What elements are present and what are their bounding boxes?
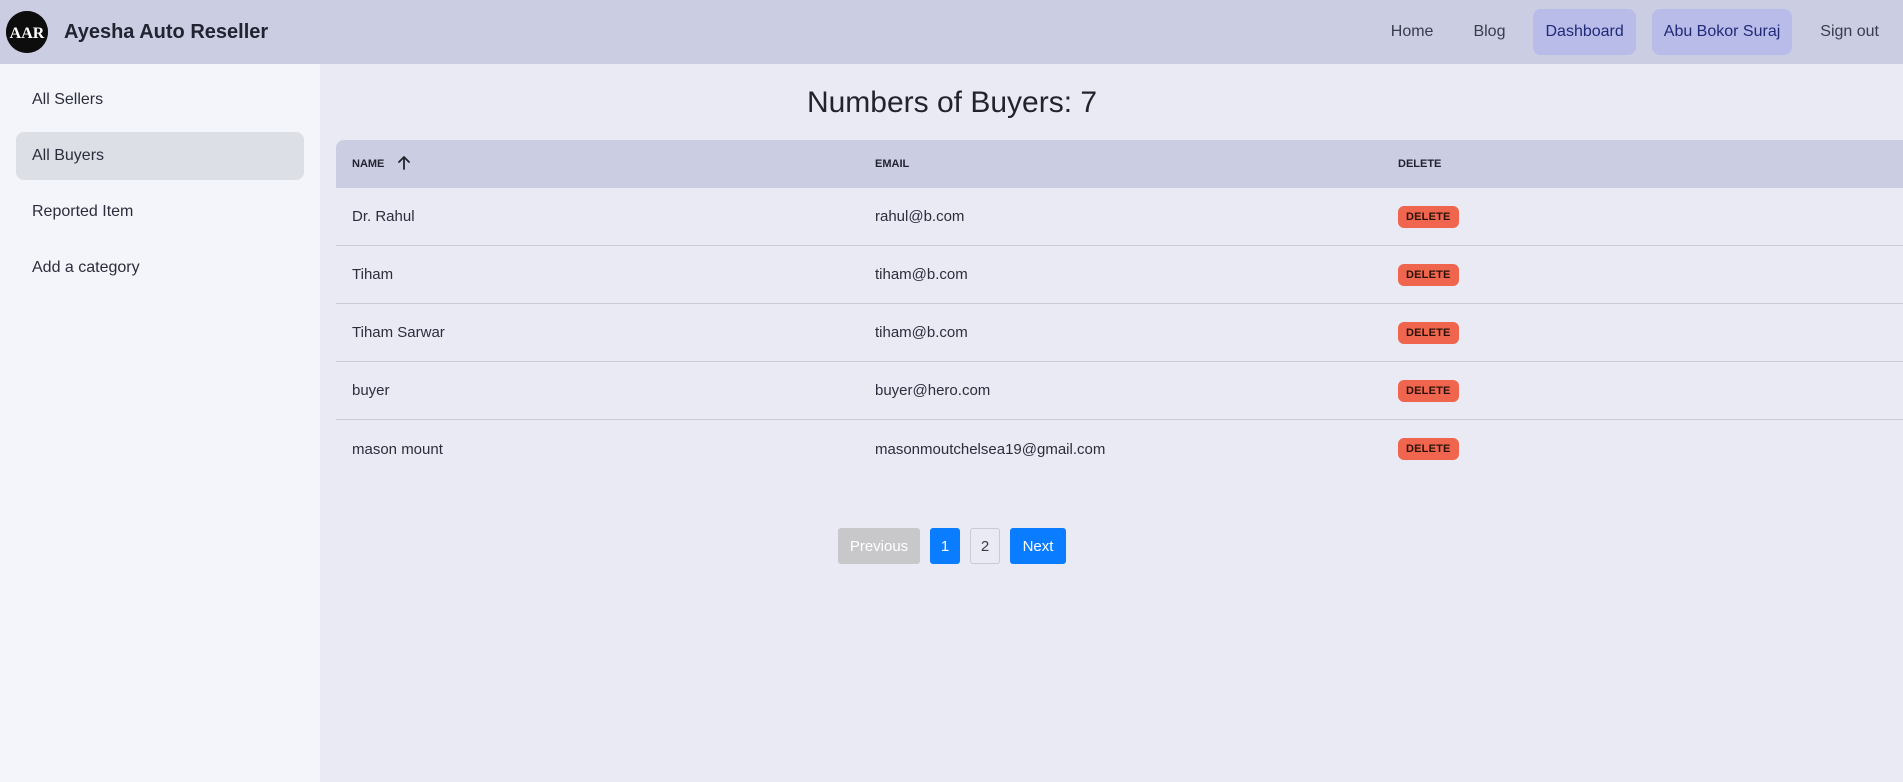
delete-cell: DELETE	[1382, 379, 1903, 402]
sidebar-item-all-buyers[interactable]: All Buyers	[16, 132, 304, 180]
delete-cell: DELETE	[1382, 205, 1903, 228]
delete-button[interactable]: DELETE	[1398, 205, 1459, 228]
table-row: mason mount masonmoutchelsea19@gmail.com…	[336, 420, 1903, 478]
nav-user-profile[interactable]: Abu Bokor Suraj	[1651, 9, 1793, 55]
top-navbar: AAR Ayesha Auto Reseller Home Blog Dashb…	[0, 0, 1903, 64]
buyer-name: Tiham	[352, 266, 394, 283]
buyer-name: Tiham Sarwar	[352, 324, 445, 341]
sidebar-item-add-category[interactable]: Add a category	[16, 244, 304, 292]
brand-name: Ayesha Auto Reseller	[64, 20, 269, 43]
table-header: NAME EMAIL DELETE	[336, 140, 1903, 188]
sidebar-item-reported-item[interactable]: Reported Item	[16, 188, 304, 236]
delete-cell: DELETE	[1382, 438, 1903, 460]
nav-links: Home Blog Dashboard Abu Bokor Suraj Sign…	[1379, 9, 1897, 55]
column-header-email: EMAIL	[859, 158, 1382, 170]
delete-button[interactable]: DELETE	[1398, 263, 1459, 286]
buyer-email: masonmoutchelsea19@gmail.com	[875, 440, 1106, 458]
delete-button[interactable]: DELETE	[1398, 379, 1459, 402]
nav-sign-out[interactable]: Sign out	[1808, 9, 1891, 55]
buyer-name: buyer	[352, 382, 390, 399]
brand-logo-icon: AAR	[6, 11, 48, 53]
delete-cell: DELETE	[1382, 321, 1903, 344]
sidebar-item-all-sellers[interactable]: All Sellers	[16, 76, 304, 124]
pagination: Previous 1 2 Next	[336, 528, 1568, 564]
buyer-email: buyer@hero.com	[875, 382, 991, 399]
column-header-email-label: EMAIL	[875, 158, 910, 170]
page-title: Numbers of Buyers: 7	[806, 86, 1098, 119]
brand[interactable]: AAR Ayesha Auto Reseller	[6, 11, 268, 53]
main-content: Numbers of Buyers: 7 NAME EMAIL DELETE D…	[336, 64, 1903, 782]
delete-button[interactable]: DELETE	[1398, 321, 1459, 344]
previous-page-button[interactable]: Previous	[838, 528, 920, 564]
buyer-email: tiham@b.com	[875, 324, 968, 341]
buyer-name: mason mount	[352, 440, 443, 458]
page-2-button[interactable]: 2	[970, 528, 1000, 564]
column-header-delete: DELETE	[1382, 158, 1903, 170]
buyer-email: rahul@b.com	[875, 208, 965, 225]
nav-blog[interactable]: Blog	[1461, 9, 1517, 55]
table-row: Tiham Sarwar tiham@b.com DELETE	[336, 304, 1903, 362]
column-header-name[interactable]: NAME	[336, 155, 859, 173]
sidebar: All Sellers All Buyers Reported Item Add…	[0, 64, 320, 782]
table-row: Dr. Rahul rahul@b.com DELETE	[336, 188, 1903, 246]
column-header-delete-label: DELETE	[1398, 158, 1442, 170]
column-header-name-label: NAME	[352, 158, 385, 170]
next-page-button[interactable]: Next	[1010, 528, 1066, 564]
table-row: Tiham tiham@b.com DELETE	[336, 246, 1903, 304]
buyer-email: tiham@b.com	[875, 266, 968, 283]
delete-cell: DELETE	[1382, 263, 1903, 286]
page-1-button[interactable]: 1	[930, 528, 960, 564]
arrow-up-icon[interactable]	[398, 155, 411, 173]
brand-logo-text: AAR	[10, 25, 45, 42]
buyers-table: NAME EMAIL DELETE Dr. Rahul rahul@b.com …	[336, 140, 1903, 478]
table-row: buyer buyer@hero.com DELETE	[336, 362, 1903, 420]
nav-home[interactable]: Home	[1379, 9, 1446, 55]
delete-button[interactable]: DELETE	[1398, 438, 1459, 460]
buyer-name: Dr. Rahul	[352, 208, 415, 225]
nav-dashboard[interactable]: Dashboard	[1533, 9, 1636, 55]
